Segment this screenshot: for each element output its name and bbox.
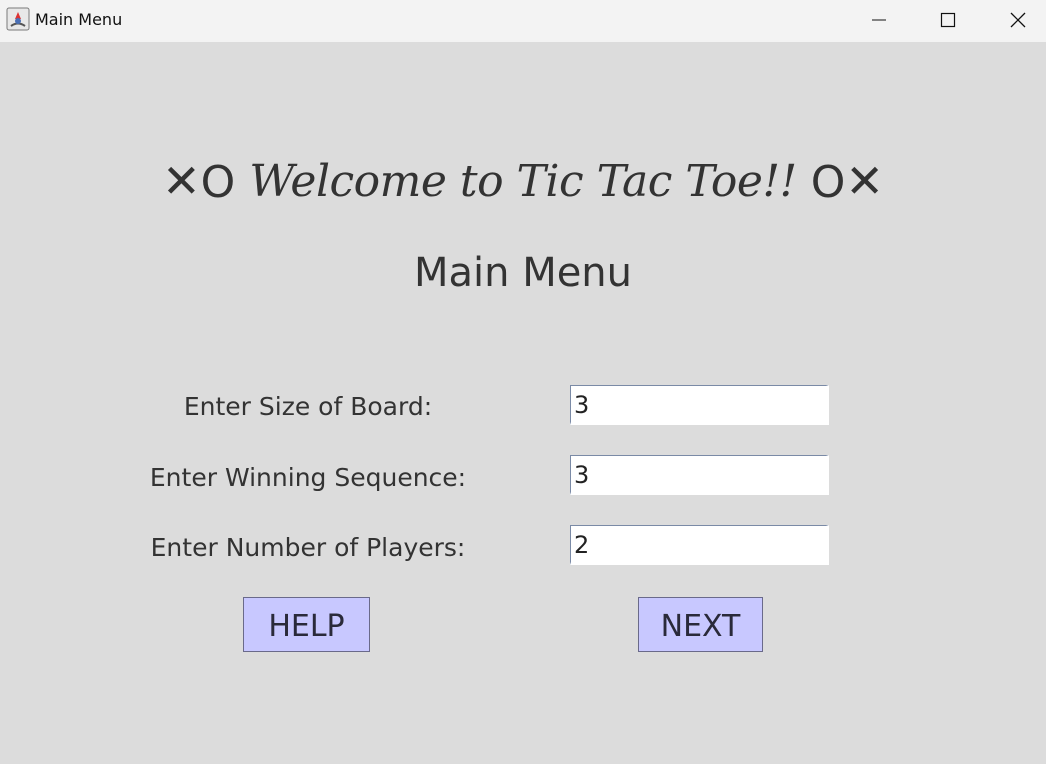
close-button[interactable]	[983, 0, 1046, 40]
number-of-players-input[interactable]	[570, 525, 829, 565]
board-size-input[interactable]	[570, 385, 829, 425]
minimize-icon	[871, 12, 887, 28]
x-symbol: ✕	[162, 154, 201, 208]
winning-sequence-input[interactable]	[570, 455, 829, 495]
next-button[interactable]: NEXT	[638, 597, 763, 652]
board-size-label: Enter Size of Board:	[183, 392, 433, 421]
left-xo-symbols: ✕O	[162, 154, 235, 208]
main-menu-window: Main Menu ✕O Welcome to Tic Tac Toe!! O✕	[0, 0, 1046, 764]
close-icon	[1009, 11, 1027, 29]
main-menu-subtitle: Main Menu	[413, 250, 633, 296]
welcome-heading: ✕O Welcome to Tic Tac Toe!! O✕	[0, 154, 1046, 208]
java-app-icon	[6, 7, 30, 31]
content-panel: ✕O Welcome to Tic Tac Toe!! O✕ Main Menu…	[0, 42, 1046, 764]
help-button[interactable]: HELP	[243, 597, 370, 652]
minimize-button[interactable]	[844, 0, 914, 40]
winning-sequence-label: Enter Winning Sequence:	[149, 463, 467, 492]
welcome-text: Welcome to Tic Tac Toe!!	[249, 155, 797, 207]
o-symbol: O	[200, 157, 236, 208]
right-xo-symbols: O✕	[811, 154, 884, 208]
number-of-players-label: Enter Number of Players:	[150, 533, 466, 562]
window-title: Main Menu	[35, 10, 123, 29]
title-bar[interactable]: Main Menu	[0, 0, 1046, 42]
o-symbol: O	[810, 157, 846, 208]
maximize-button[interactable]	[913, 0, 983, 40]
maximize-icon	[940, 12, 956, 28]
x-symbol: ✕	[845, 154, 884, 208]
